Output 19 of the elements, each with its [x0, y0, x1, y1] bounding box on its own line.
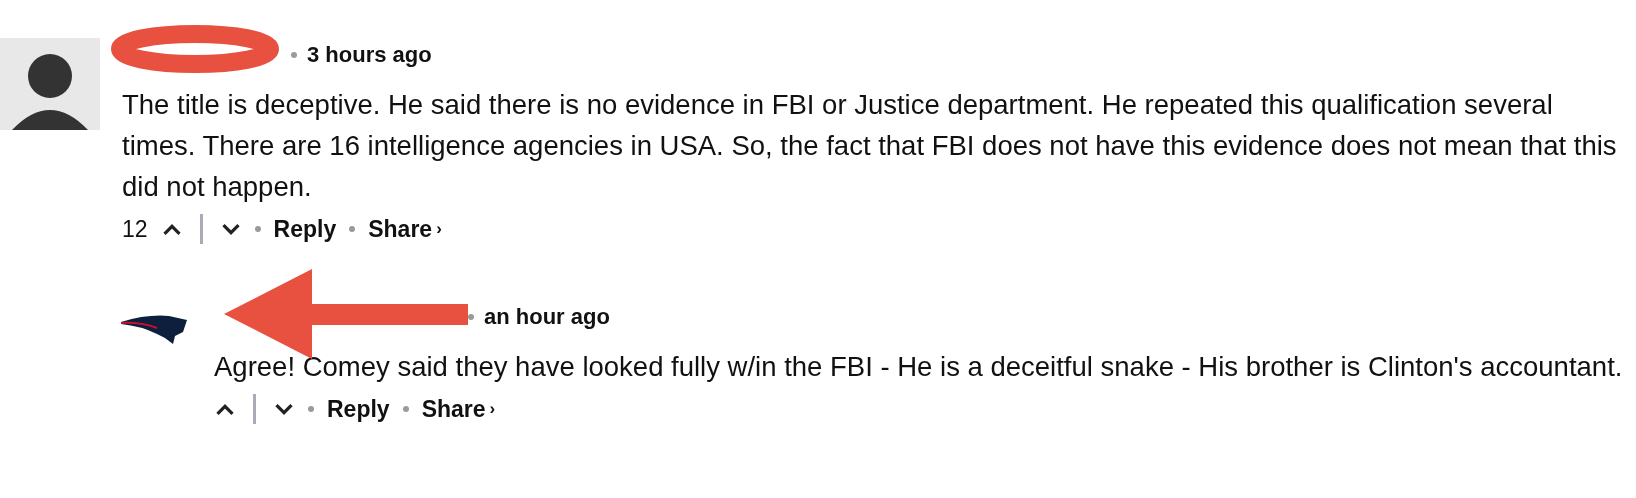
- caret-icon: ›: [489, 399, 496, 419]
- separator-dot: [349, 226, 356, 232]
- separator-dot: [291, 52, 297, 58]
- reply-link[interactable]: Reply: [273, 215, 337, 243]
- share-link[interactable]: Share: [368, 215, 433, 243]
- comment-text: The title is deceptive. He said there is no evidence in FBI or Justice department. He repeated this qualification several times. There are 16 intelligence agencies in USA. So, the fact that FBI does not have this evidence does not mean that this did not happen.: [122, 88, 1617, 204]
- comment-text: Agree! Comey said they have looked fully w/in the FBI - He is a deceitful snake - His brother is Clinton's accountant.: [214, 350, 1624, 384]
- separator-dot: [308, 406, 314, 412]
- separator-dot: [468, 314, 474, 320]
- downvote-icon[interactable]: [273, 401, 295, 417]
- vote-count: 12: [122, 215, 148, 243]
- reply-link[interactable]: Reply: [327, 395, 390, 423]
- avatar-silhouette-icon: [0, 38, 100, 130]
- comment-time: an hour ago: [484, 304, 610, 330]
- share-link[interactable]: Share: [421, 395, 486, 423]
- caret-icon: ›: [436, 219, 442, 239]
- separator-dot: [254, 226, 261, 232]
- separator-dot: [402, 406, 409, 412]
- comment-time: 3 hours ago: [307, 42, 432, 68]
